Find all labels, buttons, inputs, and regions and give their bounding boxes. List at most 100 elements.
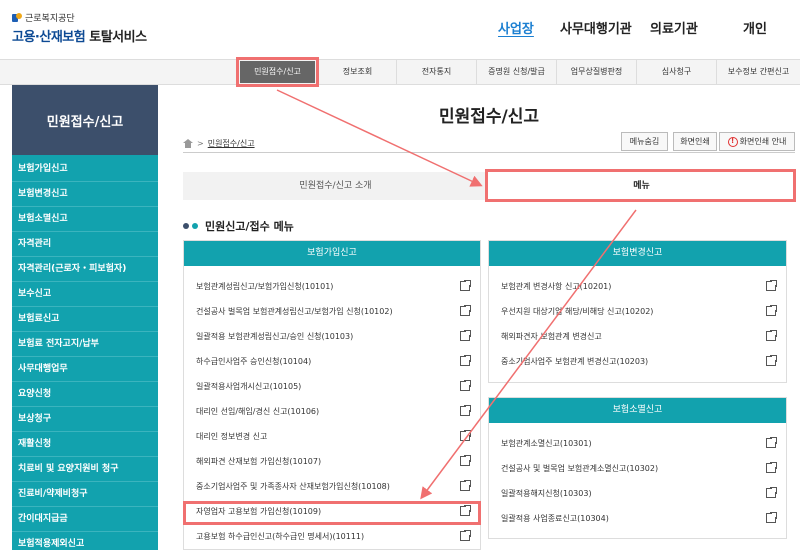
list-item-label: 고용보험 하수급인신고(하수급인 명세서)(10111) [196,532,365,541]
external-link-icon[interactable] [460,429,472,441]
list-item[interactable]: 고용보험 하수급인신고(하수급인 명세서)(10111) [184,524,480,549]
top-nav-agency[interactable]: 사무대행기관 [560,18,632,37]
external-link-icon[interactable] [766,304,778,316]
bullet-dot-icon [192,223,198,229]
external-link-icon[interactable] [766,354,778,366]
top-nav-medical[interactable]: 의료기관 [650,18,698,37]
panel-header: 보험소멸신고 [489,398,786,423]
sidebar-item-qualification[interactable]: 자격관리 [12,232,158,257]
list-item[interactable]: 일괄적용 보험관계성립신고/승인 신청(10103) [184,324,480,349]
alert-icon: ! [727,136,738,147]
list-item-label: 일괄적용 보험관계성립신고/승인 신청(10103) [196,332,354,341]
external-link-icon[interactable] [460,529,472,541]
list-item[interactable]: 중소기업사업주 보험관계 변경신고(10203) [489,349,786,374]
logo-mark-icon [12,12,22,23]
panel-header: 보험변경신고 [489,241,786,266]
print-guide-button[interactable]: ! 화면인쇄 안내 [719,132,795,151]
menu-item-wage[interactable]: 보수정보 간편신고 [716,60,800,84]
external-link-icon[interactable] [460,404,472,416]
logo-service-colored: 고용·산재보험 [12,30,86,45]
external-link-icon[interactable] [460,379,472,391]
external-link-icon[interactable] [460,479,472,491]
highlight-menu-civil [236,57,319,87]
list-item[interactable]: 하수급인사업주 승인신청(10104) [184,349,480,374]
menu-hide-button[interactable]: 메뉴숨김 [621,132,668,151]
external-link-icon[interactable] [766,511,778,523]
list-item[interactable]: 중소기업사업주 및 가족종사자 산재보험가입신청(10108) [184,474,480,499]
home-icon[interactable] [183,139,193,148]
external-link-icon[interactable] [460,279,472,291]
breadcrumb-current[interactable]: 민원접수/신고 [208,138,255,149]
sidebar-item-premium[interactable]: 보험료신고 [12,307,158,332]
sidebar-item-wage-payment[interactable]: 간이대지급금 [12,507,158,532]
tab-intro[interactable]: 민원접수/신고 소개 [183,172,488,200]
external-link-icon[interactable] [766,436,778,448]
external-link-icon[interactable] [460,454,472,466]
breadcrumb: > 민원접수/신고 [183,138,255,149]
site-logo[interactable]: 근로복지공단 고용·산재보험 토탈서비스 [12,11,147,45]
print-button[interactable]: 화면인쇄 [673,132,717,151]
logo-org: 근로복지공단 [12,11,147,24]
sidebar-item-e-billing[interactable]: 보험료 전자고지/납부 [12,332,158,357]
top-nav-personal[interactable]: 개인 [743,18,767,37]
list-item[interactable]: 보험관계 변경사항 신고(10201) [489,274,786,299]
list-item-label: 중소기업사업주 및 가족종사자 산재보험가입신청(10108) [196,482,390,491]
list-item[interactable]: 대리인 정보변경 신고 [184,424,480,449]
external-link-icon[interactable] [460,304,472,316]
logo-service-dark: 토탈서비스 [85,30,147,45]
sidebar-item-join[interactable]: 보험가입신고 [12,157,158,182]
list-item[interactable]: 건설공사 및 벌목업 보험관계소멸신고(10302) [489,456,786,481]
sidebar-item-end[interactable]: 보험소멸신고 [12,207,158,232]
list-item-label: 중소기업사업주 보험관계 변경신고(10203) [501,357,649,366]
external-link-icon[interactable] [766,279,778,291]
sidebar-item-care[interactable]: 요양신청 [12,382,158,407]
list-item-label: 해외파견자 보험관계 변경신고 [501,332,602,341]
breadcrumb-divider [183,152,795,153]
menu-item-notice[interactable]: 전자통지 [396,60,476,84]
breadcrumb-separator: > [197,139,204,148]
list-item-label: 보험관계 변경사항 신고(10201) [501,282,612,291]
logo-org-text: 근로복지공단 [25,14,75,24]
list-item[interactable]: 건설공사 벌목업 보험관계성립신고/보험가입 신청(10102) [184,299,480,324]
sidebar-item-wage[interactable]: 보수신고 [12,282,158,307]
menu-item-info[interactable]: 정보조회 [318,60,396,84]
section-title-text: 민원신고/접수 메뉴 [205,220,294,233]
list-item[interactable]: 보험관계소멸신고(10301) [489,431,786,456]
bullet-dot-icon [183,223,189,229]
list-item-label: 보험관계소멸신고(10301) [501,439,592,448]
sidebar-item-change[interactable]: 보험변경신고 [12,182,158,207]
sidebar-item-exclusion[interactable]: 보험적용제외신고 [12,532,158,550]
sidebar-item-treatment-cost[interactable]: 치료비 및 요양지원비 청구 [12,457,158,482]
list-item[interactable]: 일괄적용해지신청(10303) [489,481,786,506]
list-item[interactable]: 해외파견자 보험관계 변경신고 [489,324,786,349]
list-item-label: 우선지원 대상기업 해당/비해당 신고(10202) [501,307,654,316]
list-item[interactable]: 해외파견 산재보험 가입신청(10107) [184,449,480,474]
menu-item-certificate[interactable]: 증명원 신청/발급 [476,60,556,84]
page-title: 민원접수/신고 [438,107,540,127]
sidebar-item-agency[interactable]: 사무대행업무 [12,357,158,382]
list-item[interactable]: 보험관계성립신고/보험가입신청(10101) [184,274,480,299]
panel-insurance-change: 보험변경신고 보험관계 변경사항 신고(10201) 우선지원 대상기업 해당/… [488,240,787,383]
panel-header: 보험가입신고 [184,241,480,266]
sidebar-item-rehab[interactable]: 재활신청 [12,432,158,457]
external-link-icon[interactable] [766,486,778,498]
top-nav-business[interactable]: 사업장 [498,18,534,37]
sidebar-item-compensation[interactable]: 보상청구 [12,407,158,432]
external-link-icon[interactable] [766,461,778,473]
external-link-icon[interactable] [460,354,472,366]
menu-item-review[interactable]: 심사청구 [636,60,716,84]
menu-item-disease[interactable]: 업무상질병판정 [556,60,636,84]
list-item[interactable]: 일괄적용 사업종료신고(10304) [489,506,786,531]
external-link-icon[interactable] [460,329,472,341]
list-item-label: 대리인 정보변경 신고 [196,432,268,441]
list-item[interactable]: 우선지원 대상기업 해당/비해당 신고(10202) [489,299,786,324]
list-item[interactable]: 대리인 선임/해임/경신 신고(10106) [184,399,480,424]
menu-bar: 민원접수/신고 정보조회 전자통지 증명원 신청/발급 업무상질병판정 심사청구… [0,59,800,85]
sidebar-item-medical-fee[interactable]: 진료비/약제비청구 [12,482,158,507]
print-guide-label: 화면인쇄 안내 [739,137,787,146]
list-item-label: 보험관계성립신고/보험가입신청(10101) [196,282,334,291]
list-item[interactable]: 일괄적용사업개시신고(10105) [184,374,480,399]
external-link-icon[interactable] [766,329,778,341]
sidebar-title: 민원접수/신고 [12,85,158,155]
sidebar-item-qualification-worker[interactable]: 자격관리(근로자・피보험자) [12,257,158,282]
